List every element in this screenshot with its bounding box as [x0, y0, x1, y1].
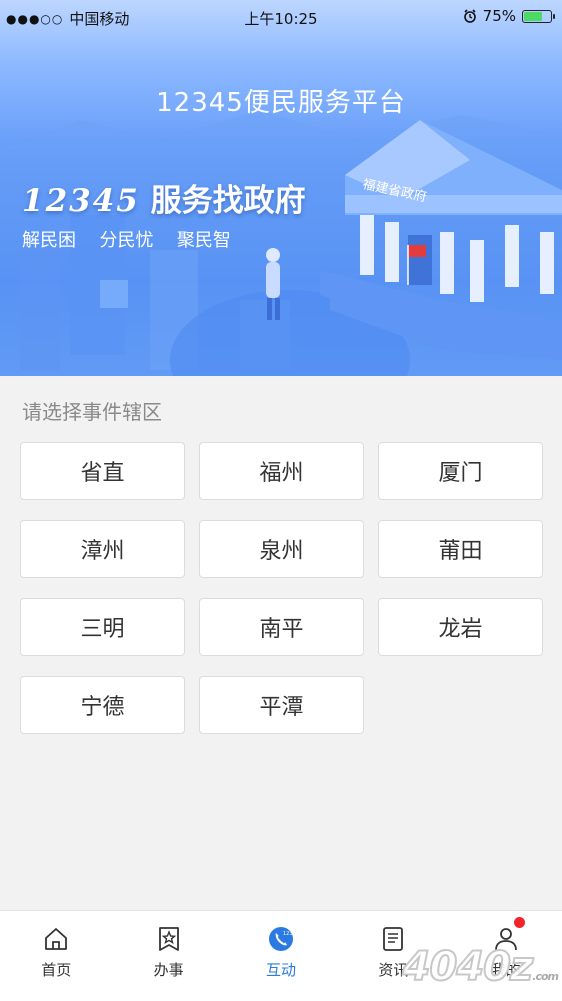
region-button-xiamen[interactable]: 厦门	[378, 442, 543, 500]
region-grid: 省直 福州 厦门 漳州 泉州 莆田 三明 南平 龙岩 宁德 平潭	[20, 442, 543, 734]
tab-interaction[interactable]: 12345 互动	[225, 911, 337, 1001]
tab-label: 办事	[153, 961, 184, 979]
region-prompt: 请选择事件辖区	[22, 400, 162, 424]
battery-percentage: 75%	[482, 7, 516, 25]
slogan-text: 服务找政府	[150, 183, 306, 219]
region-button-putian[interactable]: 莆田	[378, 520, 543, 578]
region-button-nanping[interactable]: 南平	[199, 598, 364, 656]
tab-profile[interactable]: 我的	[450, 911, 562, 1001]
region-button-shengzhi[interactable]: 省直	[20, 442, 185, 500]
region-button-sanming[interactable]: 三明	[20, 598, 185, 656]
phone-12345-icon: 12345	[269, 927, 295, 951]
alarm-icon	[463, 9, 476, 23]
star-bookmark-icon	[158, 927, 179, 951]
user-icon	[494, 928, 517, 951]
phone-badge-text: 12345	[283, 931, 295, 937]
tab-services[interactable]: 办事	[112, 911, 224, 1001]
tab-label: 首页	[41, 961, 72, 979]
tab-news[interactable]: 资讯	[337, 911, 449, 1001]
status-bar: ●●●○○ 中国移动 上午10:25 75%	[0, 0, 562, 36]
slogan: 12345 服务找政府	[22, 175, 306, 220]
header-banner: 福建省政府 12345便民服务平台 12345 服务找政府 解民困 分民忧 聚民…	[0, 0, 562, 376]
slogan-numbers: 12345	[22, 183, 140, 219]
tab-label: 互动	[266, 961, 297, 979]
region-button-longyan[interactable]: 龙岩	[378, 598, 543, 656]
tab-label: 我的	[490, 961, 521, 979]
region-button-zhangzhou[interactable]: 漳州	[20, 520, 185, 578]
home-icon	[45, 928, 68, 950]
tab-label: 资讯	[378, 961, 409, 979]
tab-home[interactable]: 首页	[0, 911, 112, 1001]
notification-badge	[513, 917, 525, 928]
document-icon	[383, 927, 404, 951]
region-button-quanzhou[interactable]: 泉州	[199, 520, 364, 578]
tagline: 解民困 分民忧 聚民智	[22, 230, 231, 251]
region-button-pingtan[interactable]: 平潭	[199, 676, 364, 734]
bottom-tab-bar: 首页 办事 12345 互动 资讯 我的	[0, 910, 562, 1001]
region-button-fuzhou[interactable]: 福州	[199, 442, 364, 500]
platform-title: 12345便民服务平台	[156, 88, 406, 118]
region-button-ningde[interactable]: 宁德	[20, 676, 185, 734]
battery-icon	[522, 9, 555, 23]
